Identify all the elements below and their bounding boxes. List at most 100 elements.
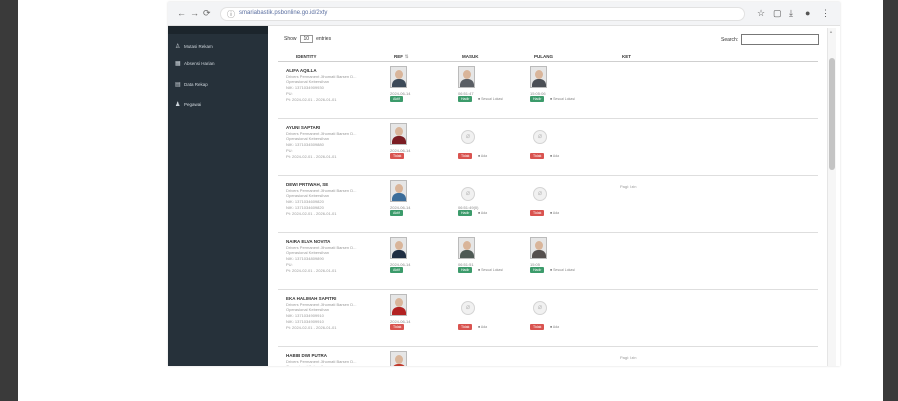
pulang-photo[interactable] bbox=[530, 66, 547, 88]
avatar-head bbox=[535, 241, 543, 250]
no-photo-icon: ⌀ bbox=[461, 130, 475, 144]
sidebar-item-mutasi[interactable]: ♙ Mutasi Rekam bbox=[175, 41, 213, 51]
column-header-ref[interactable]: REF bbox=[394, 54, 403, 59]
masuk-photo[interactable] bbox=[458, 237, 475, 259]
pulang-cell: 15:05:06 Hadir ■ Sesuai Lokasi bbox=[526, 66, 596, 116]
ref-photo[interactable] bbox=[390, 180, 407, 202]
pulang-photo[interactable] bbox=[530, 237, 547, 259]
table-row: ALIFA AQILLA Drivers Permanent Jihomati B… bbox=[278, 62, 818, 119]
no-photo-icon: ⌀ bbox=[533, 130, 547, 144]
search-input[interactable] bbox=[741, 34, 820, 45]
profile-avatar-icon[interactable]: ● bbox=[805, 7, 810, 19]
column-header-pulang[interactable]: PULANG bbox=[534, 54, 553, 59]
sidebar-header bbox=[168, 26, 268, 34]
column-header-ket[interactable]: KET bbox=[622, 54, 631, 59]
masuk-cell: ⌀ Tidak ■ Ada bbox=[454, 123, 524, 173]
ref-cell: 2024-06-14 Aktif bbox=[386, 66, 456, 116]
avatar-head bbox=[395, 184, 403, 193]
ref-photo[interactable] bbox=[390, 66, 407, 88]
tab-search-icon[interactable]: ▢ bbox=[773, 7, 782, 19]
address-bar[interactable]: ⓘ smariabastik.psbonline.go.id/2xty bbox=[220, 7, 745, 21]
entries-select[interactable]: 10 bbox=[299, 35, 314, 43]
status-badge: Tidak bbox=[458, 153, 473, 159]
download-icon[interactable]: ⤓ bbox=[789, 7, 793, 19]
status-badge: Hadir bbox=[530, 267, 545, 273]
pulang-cell: ⌀ Tidak ■ Ada bbox=[526, 180, 596, 230]
avatar-head bbox=[463, 241, 471, 250]
ref-cell bbox=[386, 351, 456, 366]
identity-detail: Pt: 2024-02-01 - 2026-01-01 bbox=[286, 324, 337, 330]
avatar-body bbox=[392, 193, 406, 201]
status-badge: Hadir bbox=[458, 96, 473, 102]
sidebar-item-label: Pegawai bbox=[184, 101, 202, 107]
bookmark-star-icon[interactable]: ☆ bbox=[757, 7, 765, 19]
identity-cell: ALIFA AQILLA Drivers Permanent Jihomati B… bbox=[286, 68, 382, 102]
sidebar: ♙ Mutasi Rekam ▦ Absensi Harian ▤ Data R… bbox=[168, 26, 268, 366]
location-note: ■ Ada bbox=[550, 325, 560, 329]
location-note: ■ Ada bbox=[550, 211, 560, 215]
identity-cell: EKA HALIMAH SAPITRI Drivers Permanent Jih… bbox=[286, 296, 382, 330]
pulang-cell: ⌀ Tidak ■ Ada bbox=[526, 123, 596, 173]
identity-detail: Pt: 2024-02-01 - 2026-01-01 bbox=[286, 96, 337, 102]
sidebar-item-pegawai[interactable]: ♟ Pegawai bbox=[175, 99, 201, 109]
status-badge: Tidak bbox=[530, 324, 545, 330]
masuk-cell: 06:51:51 Hadir ■ Sesuai Lokasi bbox=[454, 237, 524, 287]
identity-cell: HABIB DWI PUTRA Drivers Permanent Jihomat… bbox=[286, 353, 382, 366]
table-header: IDENTITY ⇅ REF MASUK PULANG KET bbox=[278, 51, 818, 62]
identity-detail: Pt: 2024-02-01 - 2026-01-01 bbox=[286, 210, 337, 216]
site-info-icon[interactable]: ⓘ bbox=[227, 9, 235, 20]
table-row: EKA HALIMAH SAPITRI Drivers Permanent Jih… bbox=[278, 290, 818, 347]
status-badge: Hadir bbox=[458, 210, 473, 216]
column-header-masuk[interactable]: MASUK bbox=[462, 54, 479, 59]
ref-photo[interactable] bbox=[390, 351, 407, 366]
pulang-cell bbox=[526, 351, 596, 366]
scrollbar-thumb[interactable] bbox=[829, 58, 835, 170]
status-badge: Tidak bbox=[390, 153, 405, 159]
avatar-body bbox=[392, 79, 406, 87]
masuk-photo[interactable] bbox=[458, 66, 475, 88]
no-photo-icon: ⌀ bbox=[533, 301, 547, 315]
browser-toolbar: ← → ⟳ ⓘ smariabastik.psbonline.go.id/2xt… bbox=[168, 2, 840, 26]
ref-cell: 2024-06-14 Tidak bbox=[386, 294, 456, 344]
ket-note: Pagi: Izin bbox=[620, 355, 637, 360]
avatar-head bbox=[395, 70, 403, 79]
scroll-up-arrow-icon[interactable]: ▲ bbox=[829, 29, 833, 34]
reload-icon[interactable]: ⟳ bbox=[203, 7, 211, 19]
no-photo-icon: ⌀ bbox=[461, 187, 475, 201]
ket-note: Pagi: Izin bbox=[620, 184, 637, 189]
avatar-body bbox=[392, 364, 406, 366]
status-badge: Hadir bbox=[458, 267, 473, 273]
avatar-body bbox=[392, 250, 406, 258]
back-icon[interactable]: ← bbox=[177, 7, 186, 19]
location-note: ■ Ada bbox=[478, 154, 488, 158]
menu-icon[interactable]: ⋮ bbox=[821, 7, 830, 19]
ref-photo[interactable] bbox=[390, 237, 407, 259]
avatar-head bbox=[535, 70, 543, 79]
avatar-head bbox=[395, 355, 403, 364]
location-note: ■ Ada bbox=[478, 211, 488, 215]
person-icon: ♟ bbox=[175, 101, 181, 108]
ref-photo[interactable] bbox=[390, 123, 407, 145]
sidebar-item-rekap[interactable]: ▤ Data Rekap bbox=[175, 79, 208, 89]
column-header-identity[interactable]: IDENTITY ⇅ bbox=[296, 54, 409, 59]
sidebar-item-label: Mutasi Rekam bbox=[184, 43, 213, 49]
location-note: ■ Sesuai Lokasi bbox=[550, 97, 575, 101]
url-text[interactable]: smariabastik.psbonline.go.id/2xty bbox=[239, 10, 327, 16]
avatar-head bbox=[463, 70, 471, 79]
right-screen-border bbox=[883, 0, 898, 401]
status-badge: Aktif bbox=[390, 267, 403, 273]
pulang-cell: 15:05 Hadir ■ Sesuai Lokasi bbox=[526, 237, 596, 287]
masuk-cell: ⌀ 06:51:49(0) Hadir ■ Ada bbox=[454, 180, 524, 230]
forward-icon[interactable]: → bbox=[190, 7, 199, 19]
status-badge: Tidak bbox=[530, 210, 545, 216]
avatar-body bbox=[392, 136, 406, 144]
avatar-body bbox=[532, 250, 546, 258]
ref-photo[interactable] bbox=[390, 294, 407, 316]
sidebar-item-absensi[interactable]: ▦ Absensi Harian bbox=[175, 58, 215, 68]
browser-window: ← → ⟳ ⓘ smariabastik.psbonline.go.id/2xt… bbox=[168, 2, 840, 366]
sidebar-item-label: Data Rekap bbox=[184, 81, 208, 87]
status-badge: Aktif bbox=[390, 96, 403, 102]
vertical-scrollbar[interactable]: ▲ bbox=[827, 28, 836, 366]
status-badge: Tidak bbox=[458, 324, 473, 330]
location-note: ■ Sesuai Lokasi bbox=[478, 97, 503, 101]
